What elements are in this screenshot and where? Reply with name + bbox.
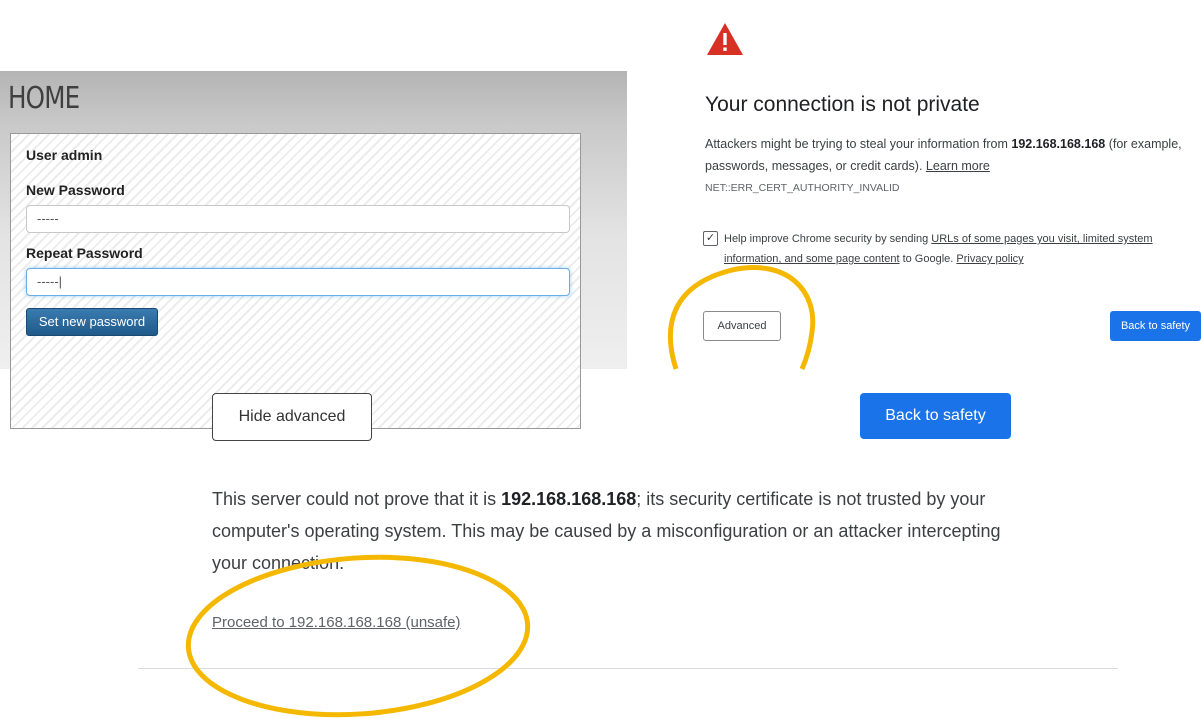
proceed-unsafe-link[interactable]: Proceed to 192.168.168.168 (unsafe) — [212, 614, 461, 631]
warning-title: Your connection is not private — [705, 93, 980, 116]
advanced-host: 192.168.168.168 — [501, 489, 637, 509]
advanced-explanation: This server could not prove that it is 1… — [212, 489, 1001, 573]
user-label: User admin — [26, 147, 103, 163]
report-text: Help improve Chrome security by sending … — [724, 233, 1153, 265]
password-form: User admin New Password ----- Repeat Pas… — [10, 133, 581, 429]
warning-triangle-icon — [707, 23, 743, 55]
warning-host: 192.168.168.168 — [1011, 137, 1106, 151]
privacy-policy-link[interactable]: Privacy policy — [956, 253, 1023, 265]
router-panel: HOME User admin New Password ----- Repea… — [0, 71, 627, 429]
repeat-password-field[interactable]: -----| — [26, 268, 570, 296]
error-code: NET::ERR_CERT_AUTHORITY_INVALID — [705, 182, 900, 194]
back-to-safety-button-large[interactable]: Back to safety — [860, 393, 1011, 439]
back-to-safety-button[interactable]: Back to safety — [1110, 311, 1201, 341]
new-password-field[interactable]: ----- — [26, 205, 570, 233]
report-checkbox[interactable]: ✓ — [703, 231, 718, 246]
set-password-button[interactable]: Set new password — [26, 308, 158, 336]
divider — [138, 668, 1118, 669]
repeat-password-label: Repeat Password — [26, 245, 143, 261]
router-title: HOME — [8, 81, 80, 116]
hide-advanced-button[interactable]: Hide advanced — [212, 393, 372, 441]
warning-description: Attackers might be trying to steal your … — [705, 137, 1182, 173]
new-password-label: New Password — [26, 182, 125, 198]
learn-more-link[interactable]: Learn more — [926, 159, 990, 173]
advanced-button[interactable]: Advanced — [703, 311, 781, 341]
